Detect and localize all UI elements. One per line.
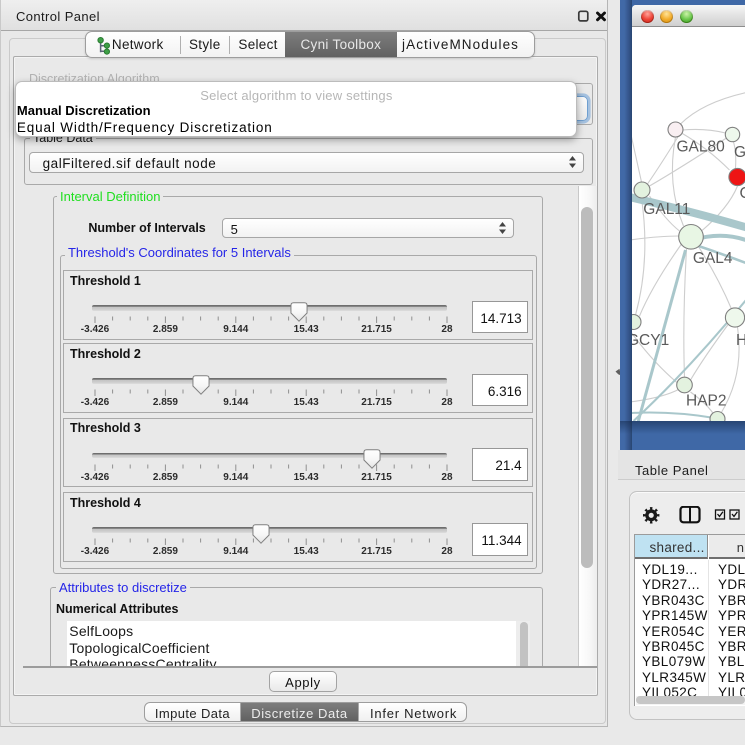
svg-text:GAL4: GAL4 <box>692 250 732 267</box>
svg-text:GAL11: GAL11 <box>643 201 690 218</box>
svg-text:C: C <box>739 185 745 202</box>
svg-text:GCY1: GCY1 <box>632 332 669 349</box>
svg-text:HAP2: HAP2 <box>686 393 727 410</box>
svg-text:GAL80: GAL80 <box>676 139 725 156</box>
svg-text:GA: GA <box>734 144 745 161</box>
svg-text:H: H <box>736 332 745 349</box>
